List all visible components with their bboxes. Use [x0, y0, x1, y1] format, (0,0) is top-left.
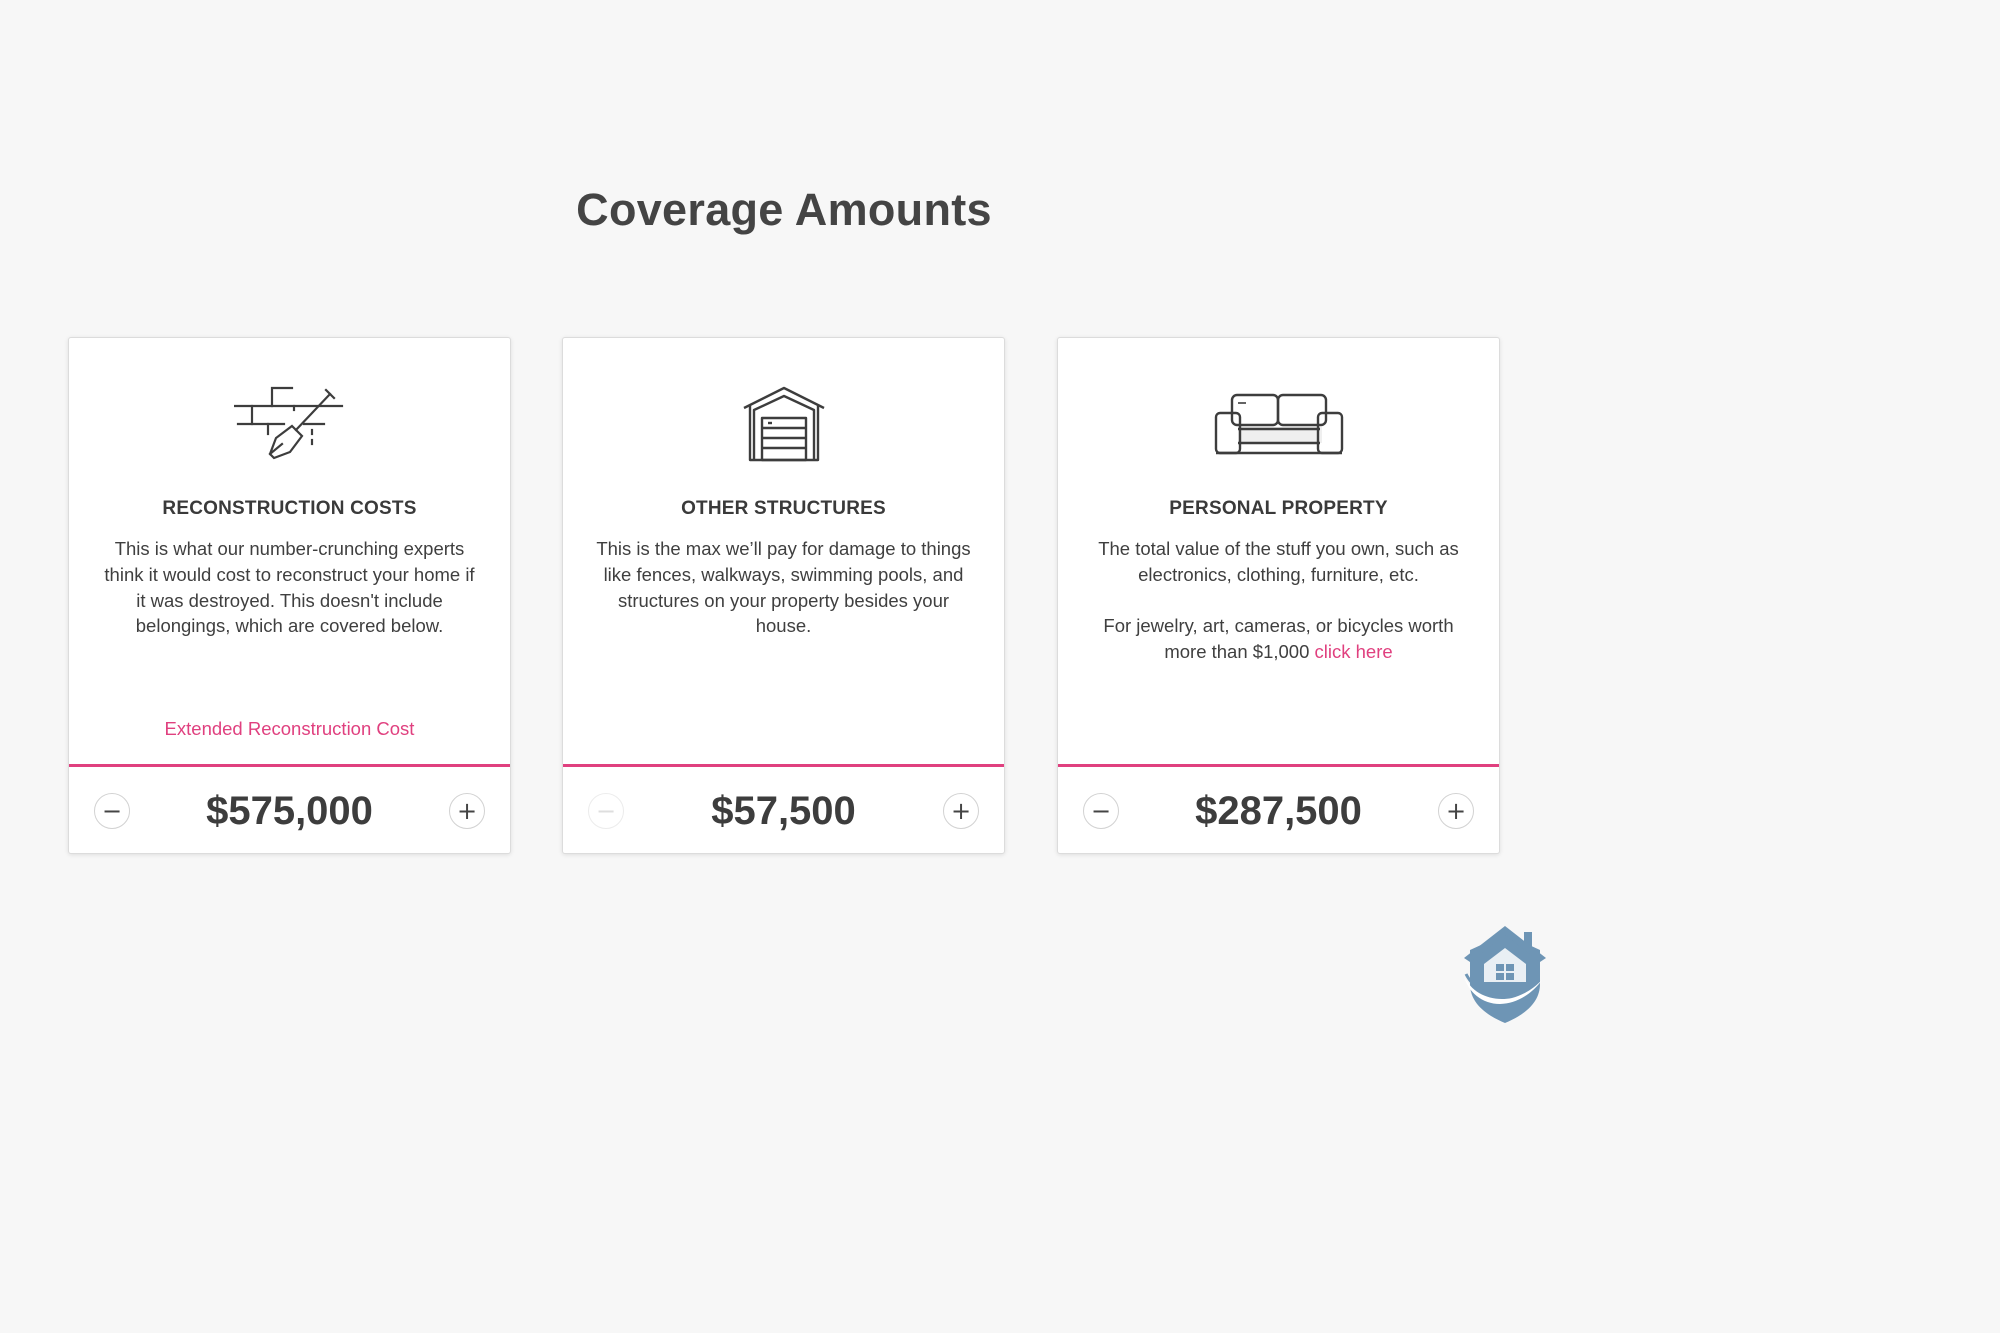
- card-description-text: This is what our number-crunching expert…: [104, 538, 475, 637]
- accent-divider: [69, 764, 510, 767]
- card-description-text: The total value of the stuff you own, su…: [1098, 538, 1459, 585]
- card-heading: RECONSTRUCTION COSTS: [162, 498, 417, 519]
- increase-amount-button[interactable]: +: [943, 793, 979, 829]
- card-heading: PERSONAL PROPERTY: [1169, 498, 1388, 519]
- coverage-card-other-structures: OTHER STRUCTURES This is the max we’ll p…: [562, 337, 1005, 854]
- card-description: The total value of the stuff you own, su…: [1088, 536, 1469, 665]
- increase-amount-button[interactable]: +: [449, 793, 485, 829]
- sofa-icon: [1058, 384, 1499, 464]
- brick-wall-trowel-icon: [69, 384, 510, 464]
- card-description: This is what our number-crunching expert…: [99, 536, 480, 639]
- page-title: Coverage Amounts: [576, 184, 992, 235]
- coverage-card-personal-property: PERSONAL PROPERTY The total value of the…: [1057, 337, 1500, 854]
- click-here-link[interactable]: click here: [1315, 641, 1393, 662]
- card-heading: OTHER STRUCTURES: [681, 498, 886, 519]
- card-description: This is the max we’ll pay for damage to …: [593, 536, 974, 639]
- extended-reconstruction-cost-link[interactable]: Extended Reconstruction Cost: [165, 718, 415, 739]
- coverage-card-reconstruction: RECONSTRUCTION COSTS This is what our nu…: [68, 337, 511, 854]
- increase-amount-button[interactable]: +: [1438, 793, 1474, 829]
- coverage-amount: $57,500: [711, 789, 856, 833]
- accent-divider: [1058, 764, 1499, 767]
- card-description-text: This is the max we’ll pay for damage to …: [596, 538, 971, 637]
- coverage-amount: $287,500: [1195, 789, 1362, 833]
- accent-divider: [563, 764, 1004, 767]
- house-shield-logo: [1462, 924, 1548, 1024]
- garage-icon: [563, 384, 1004, 464]
- card-description-note: For jewelry, art, cameras, or bicycles w…: [1088, 613, 1469, 665]
- coverage-amount: $575,000: [206, 789, 373, 833]
- card-description-note-text: For jewelry, art, cameras, or bicycles w…: [1103, 615, 1454, 663]
